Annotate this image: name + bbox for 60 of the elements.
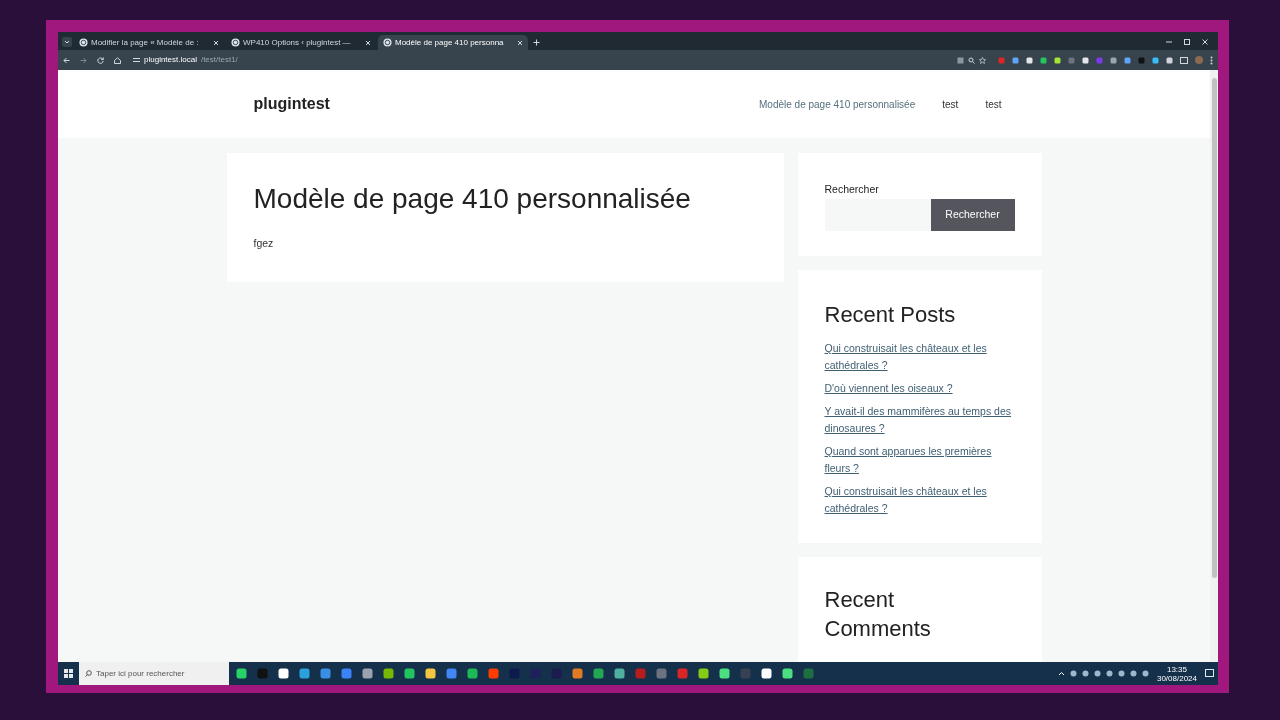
chevron-up-icon[interactable]: [1057, 671, 1065, 676]
clock-time[interactable]: 13:35: [1166, 664, 1187, 674]
search-icon: [85, 670, 92, 677]
taskbar-search-field[interactable]: Taper ici pour rechercher: [79, 662, 229, 685]
back-arrow-icon[interactable]: [63, 56, 70, 64]
tab-title: Modifier la page « Modèle de :: [91, 36, 200, 49]
tab-title: Modèle de page 410 personna: [395, 36, 505, 49]
page-title: Modèle de page 410 personnalisée: [253, 182, 692, 216]
post-link[interactable]: Qui construisait les châteaux et les cathédrales ?: [824, 340, 1015, 374]
search-input[interactable]: [824, 198, 931, 231]
app-icon[interactable]: [698, 668, 709, 679]
close-icon[interactable]: [365, 39, 371, 46]
search-button[interactable]: Rechercher: [930, 198, 1015, 231]
menu-icon[interactable]: [1210, 55, 1213, 65]
page-text: fgez: [253, 236, 275, 251]
url-path: /test/test1/: [200, 54, 238, 66]
minimize-icon[interactable]: [1166, 39, 1172, 45]
tab-title: WP410 Options ‹ plugintest —: [243, 36, 352, 49]
notification-icon[interactable]: [1205, 669, 1214, 678]
post-link[interactable]: D'où viennent les oiseaux ?: [824, 380, 1015, 397]
star-icon[interactable]: [979, 56, 986, 64]
home-icon[interactable]: [114, 56, 121, 64]
clock-date[interactable]: 30/08/2024: [1156, 673, 1197, 683]
nav-link[interactable]: test: [942, 96, 959, 112]
app-icon[interactable]: [236, 668, 247, 679]
app-icon[interactable]: [761, 668, 772, 679]
search-label: Rechercher: [824, 182, 880, 197]
translate-icon[interactable]: [957, 56, 964, 64]
close-icon[interactable]: [517, 39, 523, 46]
site-settings-icon[interactable]: [133, 57, 140, 63]
post-link[interactable]: Y avait-il des mammifères au temps des dinosaures ?: [824, 403, 1015, 437]
widget-title: Recent Posts: [824, 301, 957, 329]
app-icon[interactable]: [719, 668, 730, 679]
app-icon[interactable]: [425, 668, 436, 679]
app-icon[interactable]: [278, 668, 289, 679]
post-link[interactable]: Quand sont apparues les premières fleurs ?: [824, 443, 1015, 477]
post-link[interactable]: Qui construisait les châteaux et les cathédrales ?: [824, 483, 1015, 517]
browser-tab[interactable]: Modifier la page « Modèle de :: [74, 35, 224, 50]
app-icon[interactable]: [383, 668, 394, 679]
site-title[interactable]: plugintest: [253, 92, 330, 116]
close-icon[interactable]: [213, 39, 219, 46]
nav-link[interactable]: test: [985, 96, 1002, 112]
widget-title: Recent Comments: [824, 586, 932, 643]
sidebar-icon[interactable]: [1180, 56, 1188, 64]
browser-tab[interactable]: Modèle de page 410 personna: [378, 35, 528, 50]
close-icon[interactable]: [1202, 39, 1208, 45]
browser-tab[interactable]: WP410 Options ‹ plugintest —: [226, 35, 376, 50]
app-icon[interactable]: [782, 668, 793, 679]
windows-start-icon[interactable]: [64, 669, 73, 678]
taskbar-search-input[interactable]: Taper ici pour rechercher: [96, 667, 223, 680]
nav-link[interactable]: Modèle de page 410 personnalisée: [759, 96, 916, 112]
zoom-icon[interactable]: [968, 56, 975, 64]
maximize-icon[interactable]: [1184, 39, 1190, 45]
url-host: plugintest.local: [144, 54, 197, 66]
reload-icon[interactable]: [97, 56, 104, 64]
app-icon[interactable]: [404, 668, 415, 679]
tab-list-button[interactable]: [62, 37, 72, 47]
app-icon[interactable]: [362, 668, 373, 679]
new-tab-icon[interactable]: [533, 39, 540, 46]
forward-arrow-icon[interactable]: [80, 56, 87, 64]
